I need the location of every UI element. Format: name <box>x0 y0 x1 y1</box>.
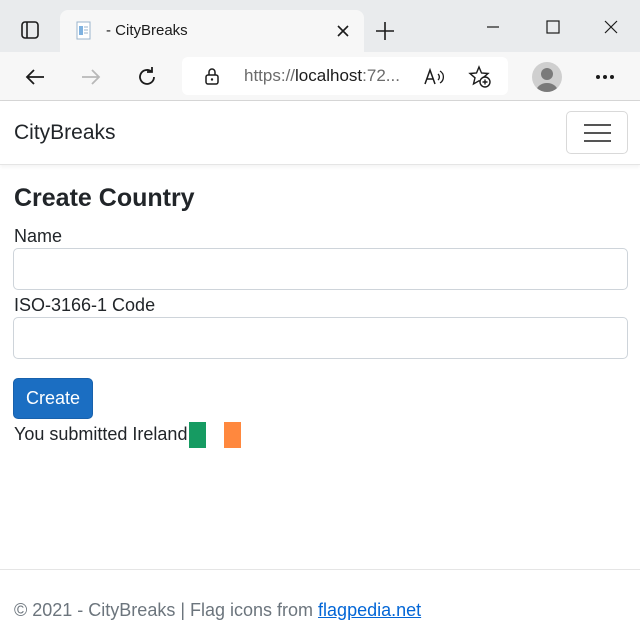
name-label: Name <box>14 226 63 246</box>
footer-text: © 2021 - CityBreaks | Flag icons from fl… <box>14 600 422 620</box>
tab-title: - CityBreaks <box>106 22 188 39</box>
iso-code-label: ISO-3166-1 Code <box>14 295 156 315</box>
ireland-flag-icon <box>189 422 241 448</box>
refresh-icon[interactable] <box>130 60 164 94</box>
new-tab-icon[interactable] <box>372 18 398 44</box>
url-text[interactable]: https://localhost:72... <box>244 66 400 86</box>
navbar-toggler-button[interactable] <box>566 111 628 154</box>
back-icon[interactable] <box>18 60 52 94</box>
tab-actions-icon[interactable] <box>14 14 46 46</box>
flagpedia-link[interactable]: flagpedia.net <box>318 600 421 620</box>
create-button[interactable]: Create <box>13 378 93 419</box>
page-title: Create Country <box>14 184 195 212</box>
maximize-icon[interactable] <box>530 10 576 44</box>
site-footer: © 2021 - CityBreaks | Flag icons from fl… <box>0 569 640 624</box>
browser-toolbar: https://localhost:72... <box>0 52 640 101</box>
navbar-brand[interactable]: CityBreaks <box>14 121 116 145</box>
hamburger-icon <box>584 124 611 126</box>
browser-tab[interactable]: - CityBreaks <box>60 10 364 52</box>
read-aloud-icon[interactable] <box>422 65 446 89</box>
lock-icon[interactable] <box>204 67 220 90</box>
forward-icon[interactable] <box>74 60 108 94</box>
close-window-icon[interactable] <box>588 10 634 44</box>
name-input[interactable] <box>13 248 628 290</box>
iso-code-input[interactable] <box>13 317 628 359</box>
browser-tabstrip: - CityBreaks <box>0 0 640 52</box>
page-favicon-icon <box>74 20 94 42</box>
minimize-icon[interactable] <box>470 10 516 44</box>
site-navbar: CityBreaks <box>0 101 640 165</box>
submission-message: You submitted Ireland <box>14 424 188 444</box>
profile-avatar[interactable] <box>532 62 562 92</box>
close-tab-icon[interactable] <box>332 20 354 42</box>
add-favorite-icon[interactable] <box>468 65 492 89</box>
address-bar[interactable]: https://localhost:72... <box>182 57 508 95</box>
more-menu-icon[interactable] <box>588 60 622 94</box>
